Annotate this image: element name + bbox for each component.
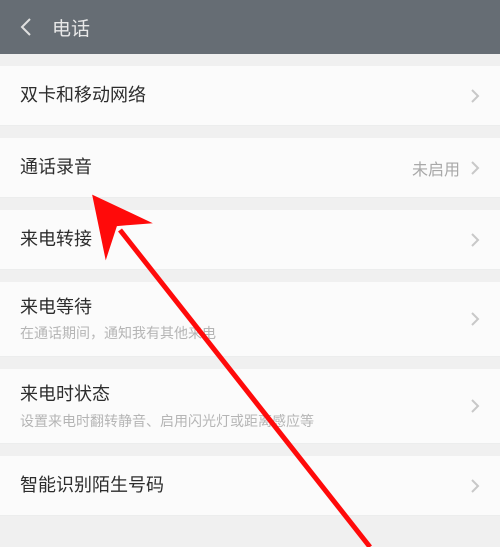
- row-subtitle: 在通话期间，通知我有其他来电: [20, 325, 216, 342]
- section-gap: [0, 54, 500, 66]
- chevron-right-icon: [470, 88, 480, 104]
- row-smart-id[interactable]: 智能识别陌生号码: [0, 456, 500, 516]
- row-title: 通话录音: [20, 156, 92, 179]
- back-icon[interactable]: [12, 13, 40, 41]
- chevron-right-icon: [470, 398, 480, 414]
- section-gap: [0, 357, 500, 369]
- row-title: 来电转接: [20, 228, 92, 251]
- section-gap: [0, 198, 500, 210]
- chevron-right-icon: [470, 232, 480, 248]
- section-gap: [0, 444, 500, 456]
- row-subtitle: 设置来电时翻转静音、启用闪光灯或距离感应等: [20, 413, 314, 430]
- chevron-right-icon: [470, 311, 480, 327]
- row-call-waiting[interactable]: 来电等待 在通话期间，通知我有其他来电: [0, 282, 500, 357]
- chevron-right-icon: [470, 160, 480, 176]
- row-value: 未启用: [412, 156, 460, 180]
- page-title: 电话: [52, 14, 90, 41]
- row-sim-network[interactable]: 双卡和移动网络: [0, 66, 500, 126]
- row-title: 双卡和移动网络: [20, 84, 146, 107]
- row-call-forwarding[interactable]: 来电转接: [0, 210, 500, 270]
- row-title: 来电等待: [20, 296, 216, 319]
- row-incoming-state[interactable]: 来电时状态 设置来电时翻转静音、启用闪光灯或距离感应等: [0, 369, 500, 444]
- chevron-right-icon: [470, 478, 480, 494]
- section-gap: [0, 126, 500, 138]
- row-title: 来电时状态: [20, 383, 314, 406]
- row-title: 智能识别陌生号码: [20, 474, 164, 497]
- header-bar: 电话: [0, 0, 500, 54]
- section-gap: [0, 270, 500, 282]
- row-call-recording[interactable]: 通话录音 未启用: [0, 138, 500, 198]
